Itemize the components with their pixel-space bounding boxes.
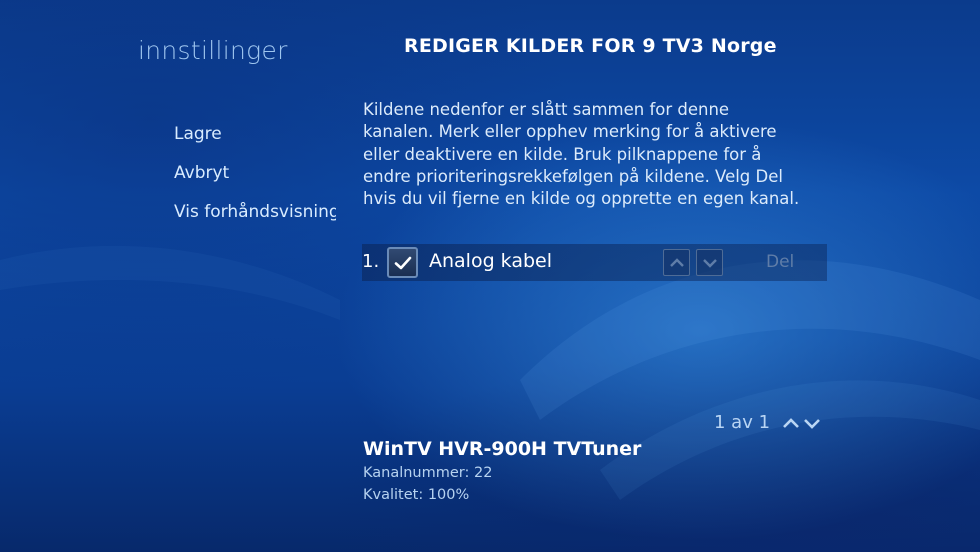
tuner-name: WinTV HVR-900H TVTuner xyxy=(363,438,642,460)
move-up-button[interactable] xyxy=(663,249,690,276)
delete-source-button[interactable]: Del xyxy=(766,252,794,272)
page-down-icon[interactable] xyxy=(803,416,821,430)
pager: 1 av 1 xyxy=(714,412,821,433)
source-name: Analog kabel xyxy=(429,250,553,272)
channel-number: Kanalnummer: 22 xyxy=(363,465,493,481)
source-index: 1. xyxy=(362,251,380,272)
page-indicator: 1 av 1 xyxy=(714,412,771,433)
save-button[interactable]: Lagre xyxy=(174,122,336,161)
instructions-text: Kildene nedenfor er slått sammen for den… xyxy=(363,100,800,209)
side-menu: Lagre Avbryt Vis forhåndsvisning xyxy=(174,122,336,239)
chevron-up-icon xyxy=(669,257,684,267)
signal-quality: Kvalitet: 100% xyxy=(363,487,470,503)
preview-button[interactable]: Vis forhåndsvisning xyxy=(174,200,336,239)
move-down-button[interactable] xyxy=(696,249,723,276)
page-up-icon[interactable] xyxy=(782,416,800,430)
section-title: innstillinger xyxy=(138,36,288,65)
page-title: REDIGER KILDER FOR 9 TV3 Norge xyxy=(404,35,777,57)
source-row: 1. Analog kabel Del xyxy=(362,244,827,281)
check-icon xyxy=(394,256,411,269)
chevron-down-icon xyxy=(702,258,717,268)
cancel-button[interactable]: Avbryt xyxy=(174,161,336,200)
source-enabled-checkbox[interactable] xyxy=(387,247,418,278)
